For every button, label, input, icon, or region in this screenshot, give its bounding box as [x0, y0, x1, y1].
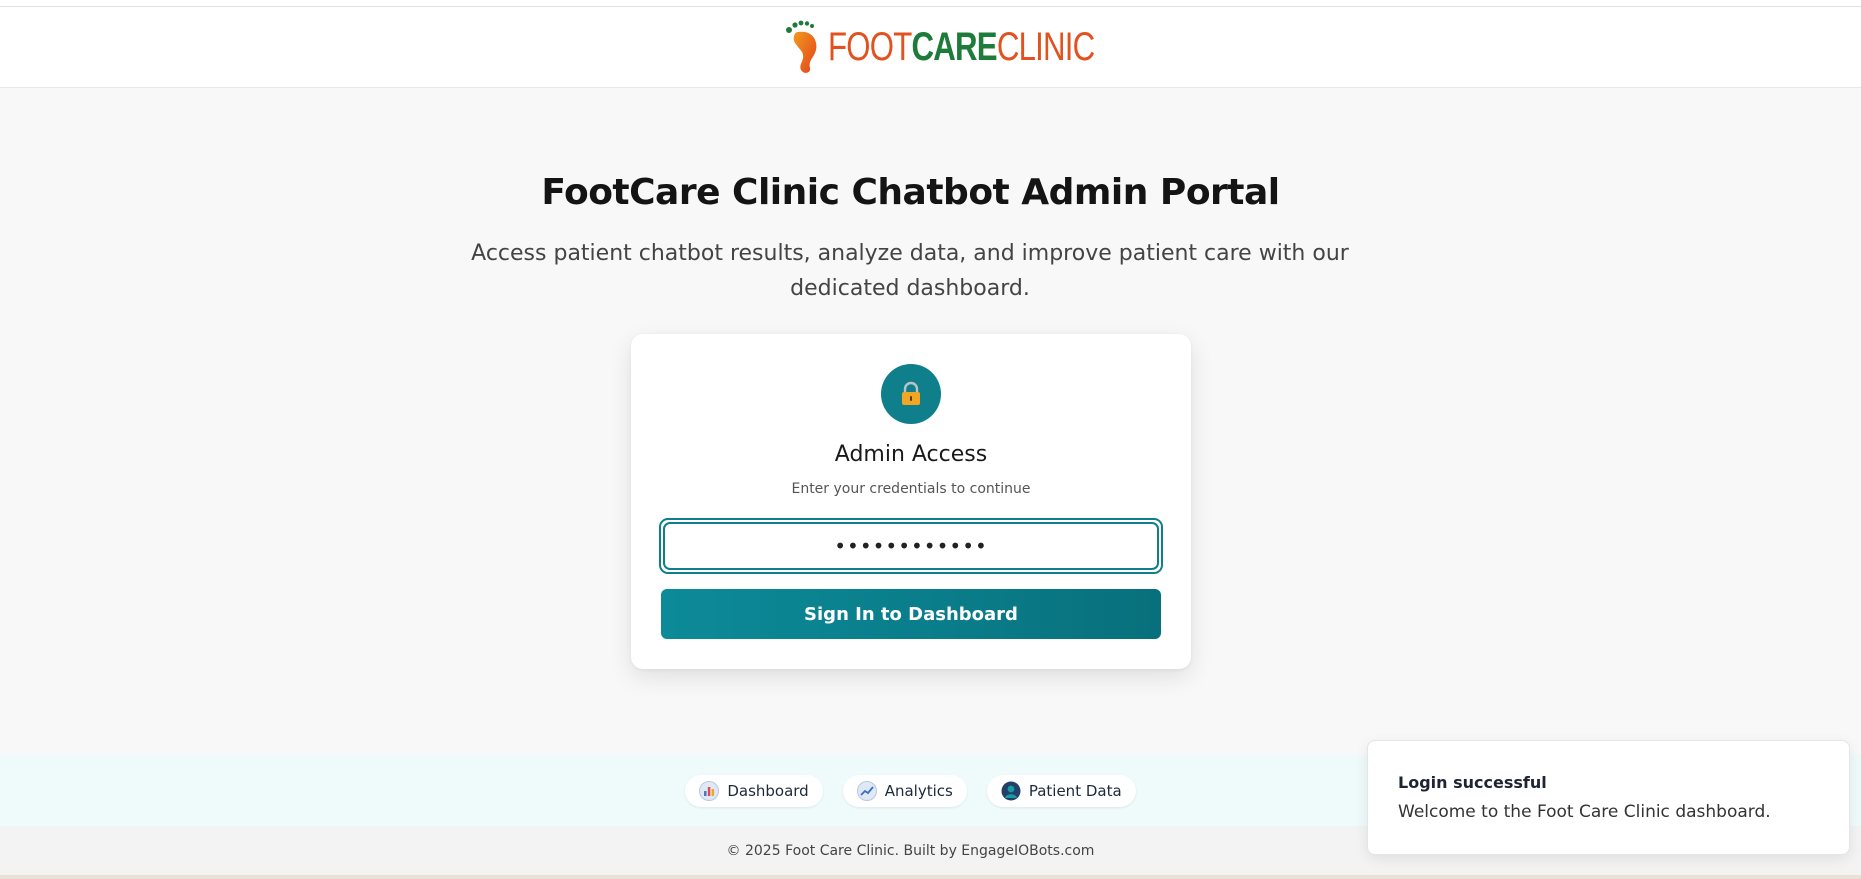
sign-in-button[interactable]: Sign In to Dashboard	[661, 589, 1161, 639]
logo-wordmark: FOOTCARECLINIC	[827, 24, 1095, 70]
nav-dashboard-label: Dashboard	[727, 781, 809, 800]
password-field-focus-ring	[659, 518, 1163, 574]
card-subtitle: Enter your credentials to continue	[791, 481, 1031, 497]
logo-word-clinic: CLINIC	[996, 24, 1094, 69]
card-title: Admin Access	[834, 442, 988, 467]
bar-chart-icon	[699, 780, 720, 801]
bottom-edge	[0, 875, 1861, 879]
clinic-logo[interactable]: FOOTCARECLINIC	[784, 20, 1095, 74]
logo-word-care: CARE	[911, 24, 997, 69]
foot-logo-icon	[785, 20, 816, 73]
nav-analytics[interactable]: Analytics	[842, 774, 967, 807]
user-icon	[1001, 781, 1021, 801]
page-title: FootCare Clinic Chatbot Admin Portal	[541, 172, 1280, 213]
toast-notification[interactable]: Login successful Welcome to the Foot Car…	[1367, 740, 1850, 855]
site-header: FOOTCARECLINIC	[0, 7, 1861, 88]
nav-dashboard[interactable]: Dashboard	[685, 774, 823, 807]
nav-patient-data-label: Patient Data	[1028, 781, 1122, 800]
toast-message: Welcome to the Foot Care Clinic dashboar…	[1398, 802, 1771, 822]
lock-badge	[881, 364, 941, 424]
page-subtitle: Access patient chatbot results, analyze …	[471, 241, 1349, 301]
browser-top-strip	[0, 0, 1861, 7]
toast-title: Login successful	[1398, 773, 1547, 792]
nav-patient-data[interactable]: Patient Data	[986, 774, 1136, 807]
nav-analytics-label: Analytics	[884, 781, 953, 800]
footer-copyright: © 2025 Foot Care Clinic. Built by Engage…	[726, 842, 1095, 859]
password-input[interactable]	[663, 522, 1159, 570]
login-card: Admin Access Enter your credentials to c…	[631, 334, 1191, 669]
lock-icon	[902, 381, 920, 405]
logo-word-foot: FOOT	[827, 24, 912, 69]
trend-chart-icon	[856, 780, 877, 801]
